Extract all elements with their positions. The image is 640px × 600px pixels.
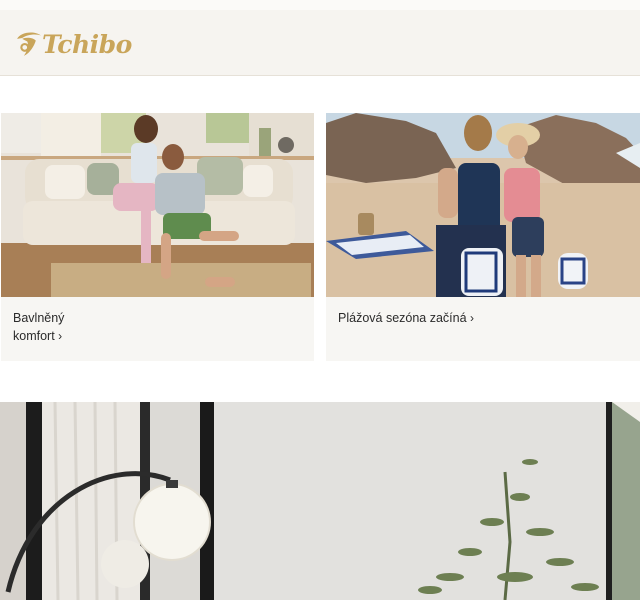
tchibo-bean-icon (17, 32, 41, 56)
tile-title: Plážová sezóna začíná (338, 311, 467, 325)
living-room-couple-image (1, 113, 314, 297)
logo-wordmark: Tchibo (42, 29, 132, 59)
chevron-right-icon: › (58, 329, 63, 343)
chevron-right-icon: › (470, 311, 475, 325)
lamp-terrace-banner-image[interactable] (0, 402, 640, 600)
site-header: Tchibo (0, 0, 640, 76)
tile-title-line1: Bavlněný (13, 311, 65, 325)
tile-title-line2: komfort (13, 329, 55, 343)
beach-women-image (326, 113, 640, 297)
promo-tile-cotton-comfort[interactable]: Bavlněný komfort › (1, 113, 314, 361)
promo-tile-beach-season[interactable]: Plážová sezóna začíná › (326, 113, 640, 361)
tchibo-logo[interactable]: Tchibo (12, 24, 142, 64)
tile-caption: Bavlněný komfort › (13, 309, 64, 345)
tile-caption: Plážová sezóna začíná › (338, 309, 474, 327)
